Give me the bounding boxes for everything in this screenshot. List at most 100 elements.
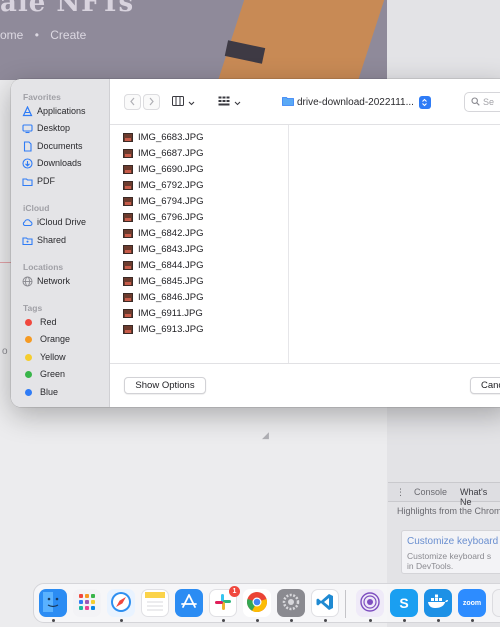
applications-icon [22, 105, 33, 117]
hero-title: ale NFTs [0, 0, 135, 18]
sidebar-item-downloads[interactable]: Downloads [22, 155, 82, 171]
nav-home-link[interactable]: ome [0, 28, 23, 42]
forward-button[interactable] [143, 94, 160, 110]
dock-app-safari[interactable] [107, 589, 135, 617]
dock-app-zoom[interactable]: zoom [458, 589, 486, 617]
file-item[interactable]: IMG_6690.JPG [123, 161, 203, 177]
dock-app-skype[interactable]: S [390, 589, 418, 617]
running-indicator [52, 619, 55, 622]
file-item[interactable]: IMG_6843.JPG [123, 241, 203, 257]
running-indicator [290, 619, 293, 622]
tab-whats-new[interactable]: What's Ne [460, 487, 500, 507]
file-item[interactable]: IMG_6913.JPG [123, 321, 203, 337]
sidebar-tag-blue[interactable]: Blue [25, 384, 58, 400]
dialog-footer: Show Options Canc [110, 363, 500, 407]
shared-folder-icon [22, 235, 33, 246]
image-thumbnail-icon [123, 180, 133, 190]
sidebar-item-applications[interactable]: Applications [22, 103, 86, 119]
group-view-button[interactable] [214, 94, 244, 110]
folder-path-popup[interactable]: drive-download-2022111... [282, 94, 431, 110]
cancel-button[interactable]: Canc [470, 377, 500, 394]
favorites-header: Favorites [23, 92, 61, 102]
column-view-button[interactable] [168, 94, 198, 110]
dock-app-slack[interactable]: 1 [209, 586, 240, 617]
image-thumbnail-icon [123, 276, 133, 286]
sidebar-item-shared[interactable]: Shared [22, 232, 66, 248]
chevron-right-icon [148, 93, 155, 111]
sidebar-item-desktop[interactable]: Desktop [22, 120, 70, 136]
yellow-tag-dot-icon [25, 353, 32, 361]
file-name: IMG_6843.JPG [138, 243, 204, 255]
running-indicator [222, 619, 225, 622]
card-description: Customize keyboard s in DevTools. [407, 551, 491, 571]
sidebar-tag-orange[interactable]: Orange [25, 331, 70, 347]
file-name: IMG_6842.JPG [138, 227, 204, 239]
file-item[interactable]: IMG_6794.JPG [123, 193, 203, 209]
folder-icon [22, 176, 33, 187]
sidebar-item-label: Orange [40, 334, 71, 344]
safari-compass-icon [110, 591, 132, 615]
sidebar-item-label: Blue [40, 387, 59, 397]
file-name: IMG_6794.JPG [138, 195, 204, 207]
file-item[interactable]: IMG_6683.JPG [123, 129, 203, 145]
dock-app-notes[interactable] [141, 589, 169, 617]
dock-app-tor-browser[interactable] [356, 589, 384, 617]
back-button[interactable] [124, 94, 141, 110]
sidebar-item-label: Red [40, 317, 57, 327]
image-thumbnail-icon [123, 308, 133, 318]
file-item[interactable]: IMG_6687.JPG [123, 145, 203, 161]
file-item[interactable]: IMG_6842.JPG [123, 225, 203, 241]
file-name: IMG_6687.JPG [138, 147, 204, 159]
dialog-sidebar: Favorites Applications Desktop Documents… [11, 79, 110, 407]
kebab-menu-icon[interactable]: ⋮ [396, 487, 405, 498]
file-item[interactable]: IMG_6845.JPG [123, 273, 203, 289]
file-name: IMG_6792.JPG [138, 179, 204, 191]
dock-app-app-store[interactable] [175, 589, 203, 617]
running-indicator [403, 619, 406, 622]
dock-app-partial[interactable] [492, 589, 500, 617]
sidebar-tag-green[interactable]: Green [25, 366, 65, 382]
notification-badge: 1 [229, 586, 240, 597]
dock-app-vscode[interactable] [311, 589, 339, 617]
dock-app-chrome[interactable] [243, 589, 271, 617]
sidebar-tag-red[interactable]: Red [25, 314, 57, 330]
image-thumbnail-icon [123, 244, 133, 254]
dock: 1 S zoom [33, 583, 500, 623]
file-item[interactable]: IMG_6792.JPG [123, 177, 203, 193]
dock-app-docker[interactable] [424, 589, 452, 617]
dock-app-launchpad[interactable] [73, 589, 101, 617]
file-name: IMG_6913.JPG [138, 323, 204, 335]
file-item[interactable]: IMG_6911.JPG [123, 305, 203, 321]
folder-name: drive-download-2022111... [297, 96, 414, 108]
sidebar-item-icloud-drive[interactable]: iCloud Drive [22, 214, 86, 230]
sidebar-item-documents[interactable]: Documents [22, 138, 83, 154]
search-field[interactable]: Se [464, 92, 500, 112]
sidebar-tag-yellow[interactable]: Yellow [25, 349, 66, 365]
sidebar-item-pdf[interactable]: PDF [22, 173, 55, 189]
image-thumbnail-icon [123, 292, 133, 302]
sidebar-item-label: PDF [37, 176, 55, 186]
file-item[interactable]: IMG_6846.JPG [123, 289, 203, 305]
folder-icon [282, 96, 294, 109]
file-item[interactable]: IMG_6844.JPG [123, 257, 203, 273]
sidebar-item-network[interactable]: Network [22, 273, 70, 289]
file-item[interactable]: IMG_6796.JPG [123, 209, 203, 225]
running-indicator [324, 619, 327, 622]
preview-column [289, 125, 500, 363]
tab-console[interactable]: Console [414, 487, 447, 497]
nav-create-link[interactable]: Create [50, 28, 86, 42]
search-icon [471, 96, 480, 108]
sidebar-item-label: Documents [37, 141, 83, 151]
show-options-button[interactable]: Show Options [124, 377, 206, 394]
dock-app-system-preferences[interactable] [277, 589, 305, 617]
green-tag-dot-icon [25, 370, 32, 378]
dock-app-finder[interactable] [39, 589, 67, 617]
sidebar-item-label: Shared [37, 235, 67, 245]
running-indicator [437, 619, 440, 622]
resize-handle-icon: ◢ [262, 430, 269, 440]
hero-art-shape [216, 0, 387, 80]
running-indicator [471, 619, 474, 622]
customize-keyboard-link[interactable]: Customize keyboard [407, 536, 498, 547]
chevron-left-icon [129, 93, 136, 111]
devtools-highlights: Highlights from the Chrom [397, 506, 500, 516]
